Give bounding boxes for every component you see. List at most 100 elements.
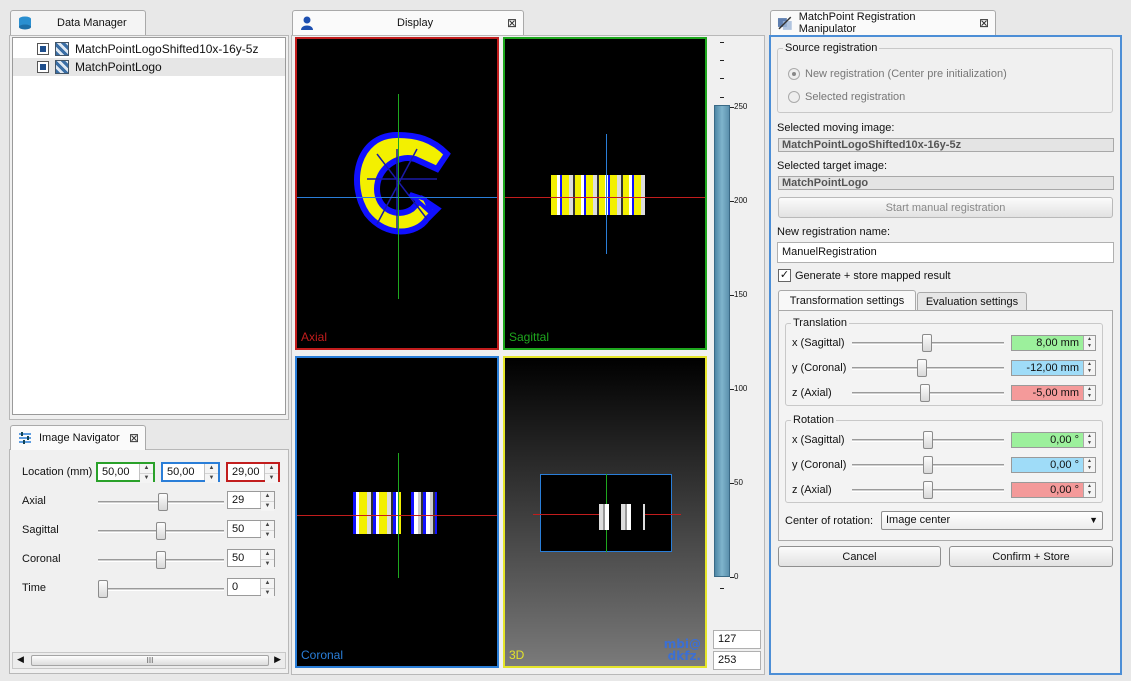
tab-evaluation-settings[interactable]: Evaluation settings [917,292,1027,311]
close-icon[interactable]: ⊠ [507,16,517,30]
crosshair-vertical [398,94,399,299]
navigator-spinbox[interactable]: 0 ▲ ▼ [227,578,275,598]
translation_rows-slider[interactable] [852,358,1004,378]
slider-handle[interactable] [158,493,169,511]
tree-item[interactable]: MatchPointLogoShifted10x-16y-5z [13,40,285,58]
rotation_rows-value-input[interactable]: 0,00 ° ▲ ▼ [1011,457,1096,473]
tab-transformation-settings[interactable]: Transformation settings [778,290,916,311]
axis-label: y (Coronal) [792,459,847,471]
window-input[interactable]: 253 [713,651,761,670]
tree-item-selected[interactable]: MatchPointLogo [13,58,285,76]
slider-handle[interactable] [923,431,933,449]
scale-tick-label: 100 [734,384,748,393]
translation_rows-value-input[interactable]: -12,00 mm ▲ ▼ [1011,360,1096,376]
tree-item-label: MatchPointLogoShifted10x-16y-5z [75,42,259,56]
coronal-slice-image-part [411,492,437,534]
navigator-spinbox[interactable]: 29 ▲ ▼ [227,491,275,511]
axial-slice-image [354,131,451,235]
moving-image-field: MatchPointLogoShifted10x-16y-5z [778,138,1114,152]
visibility-checkbox[interactable] [37,43,49,55]
new-registration-label: New registration (Center pre initializat… [805,68,1007,80]
slider-handle[interactable] [921,334,932,352]
rotation-title: Rotation [791,414,836,426]
data-tree[interactable]: MatchPointLogoShifted10x-16y-5z MatchPoi… [12,37,286,415]
translation_rows-slider[interactable] [852,383,1004,403]
start-manual-registration-button[interactable]: Start manual registration [778,197,1113,218]
close-icon[interactable]: ⊠ [129,431,139,445]
scale-tick-label: 150 [734,290,748,299]
source-registration-title: Source registration [783,42,880,54]
tab-image-navigator-label: Image Navigator [39,432,120,444]
database-icon [19,16,31,30]
selected-registration-radio[interactable] [788,91,800,103]
axis-label: z (Axial) [792,387,832,399]
axis-label: x (Sagittal) [792,434,845,446]
crosshair-vertical [606,134,607,254]
tab-display[interactable]: Display ⊠ [292,10,524,35]
translation_rows-value-input[interactable]: 8,00 mm ▲ ▼ [1011,335,1096,351]
slider-track [98,588,224,591]
scroll-right-icon[interactable]: ▶ [274,654,281,665]
rotation_rows-slider[interactable] [852,455,1004,475]
slider-handle[interactable] [920,384,931,402]
navigator-spinbox[interactable]: 50 ▲ ▼ [227,520,275,540]
scroll-thumb[interactable]: III [31,655,269,666]
tab-display-label: Display [397,17,434,29]
slider-handle[interactable] [923,481,933,499]
scroll-left-icon[interactable]: ◀ [17,654,24,665]
source-registration-group [777,48,1113,113]
slider-handle[interactable] [923,456,933,474]
3d-view[interactable]: mbi@ dkfz. 3D [503,356,707,668]
location-x-input[interactable]: 50,00 ▲ ▼ [96,462,155,483]
image-node-icon [55,60,69,74]
sagittal-view[interactable]: Sagittal [503,37,707,350]
registration-icon [777,16,792,30]
coronal-view[interactable]: Coronal [295,356,499,668]
horizontal-scrollbar[interactable]: ◀ III ▶ [12,652,286,669]
navigator-row-label: Time [22,582,47,594]
scroll-grip: III [146,656,154,665]
rotation_rows-slider[interactable] [852,480,1004,500]
new-registration-radio[interactable] [788,68,800,80]
center-rotation-select[interactable]: Image center ▼ [881,511,1103,530]
navigator-slider[interactable] [98,550,224,570]
ruler-tick [720,588,724,589]
location-z-input[interactable]: 29,00 ▲ ▼ [226,462,280,483]
navigator-slider[interactable] [98,492,224,512]
volume-render [599,504,645,530]
ruler-tick [720,60,724,62]
registration-name-input[interactable]: ManuelRegistration [777,242,1114,263]
level-window-ruler: 250 200 150 100 50 0 [712,40,762,625]
rotation_rows-value-input[interactable]: 0,00 ° ▲ ▼ [1011,432,1096,448]
rotation_rows-value-input[interactable]: 0,00 ° ▲ ▼ [1011,482,1096,498]
scale-tick-label: 250 [734,102,748,111]
sagittal-slice-image [551,175,645,215]
slider-handle[interactable] [156,551,166,569]
slider-track [852,367,1004,370]
slider-handle[interactable] [917,359,928,377]
navigator-slider[interactable] [98,521,224,541]
confirm-store-button[interactable]: Confirm + Store [949,546,1113,567]
moving-image-label: Selected moving image: [777,122,895,134]
rotation_rows-slider[interactable] [852,430,1004,450]
tab-data-manager[interactable]: Data Manager [10,10,146,35]
location-y-input[interactable]: 50,00 ▲ ▼ [161,462,220,483]
slider-handle[interactable] [156,522,166,540]
tab-registration-manipulator[interactable]: MatchPoint Registration Manipulator ⊠ [770,10,996,35]
translation_rows-value-input[interactable]: -5,00 mm ▲ ▼ [1011,385,1096,401]
ruler-tick [720,42,724,43]
level-window-bar[interactable] [714,105,730,577]
close-icon[interactable]: ⊠ [979,16,989,30]
axial-view[interactable]: Axial [295,37,499,350]
tab-data-manager-label: Data Manager [57,17,127,29]
tab-image-navigator[interactable]: Image Navigator ⊠ [10,425,146,450]
level-input[interactable]: 127 [713,630,761,649]
cancel-button[interactable]: Cancel [778,546,941,567]
translation_rows-slider[interactable] [852,333,1004,353]
visibility-checkbox[interactable] [37,61,49,73]
slider-handle[interactable] [98,580,108,598]
location-label: Location (mm) [22,466,93,478]
navigator-slider[interactable] [98,579,224,599]
navigator-spinbox[interactable]: 50 ▲ ▼ [227,549,275,569]
generate-checkbox[interactable]: ✓ [778,269,791,282]
